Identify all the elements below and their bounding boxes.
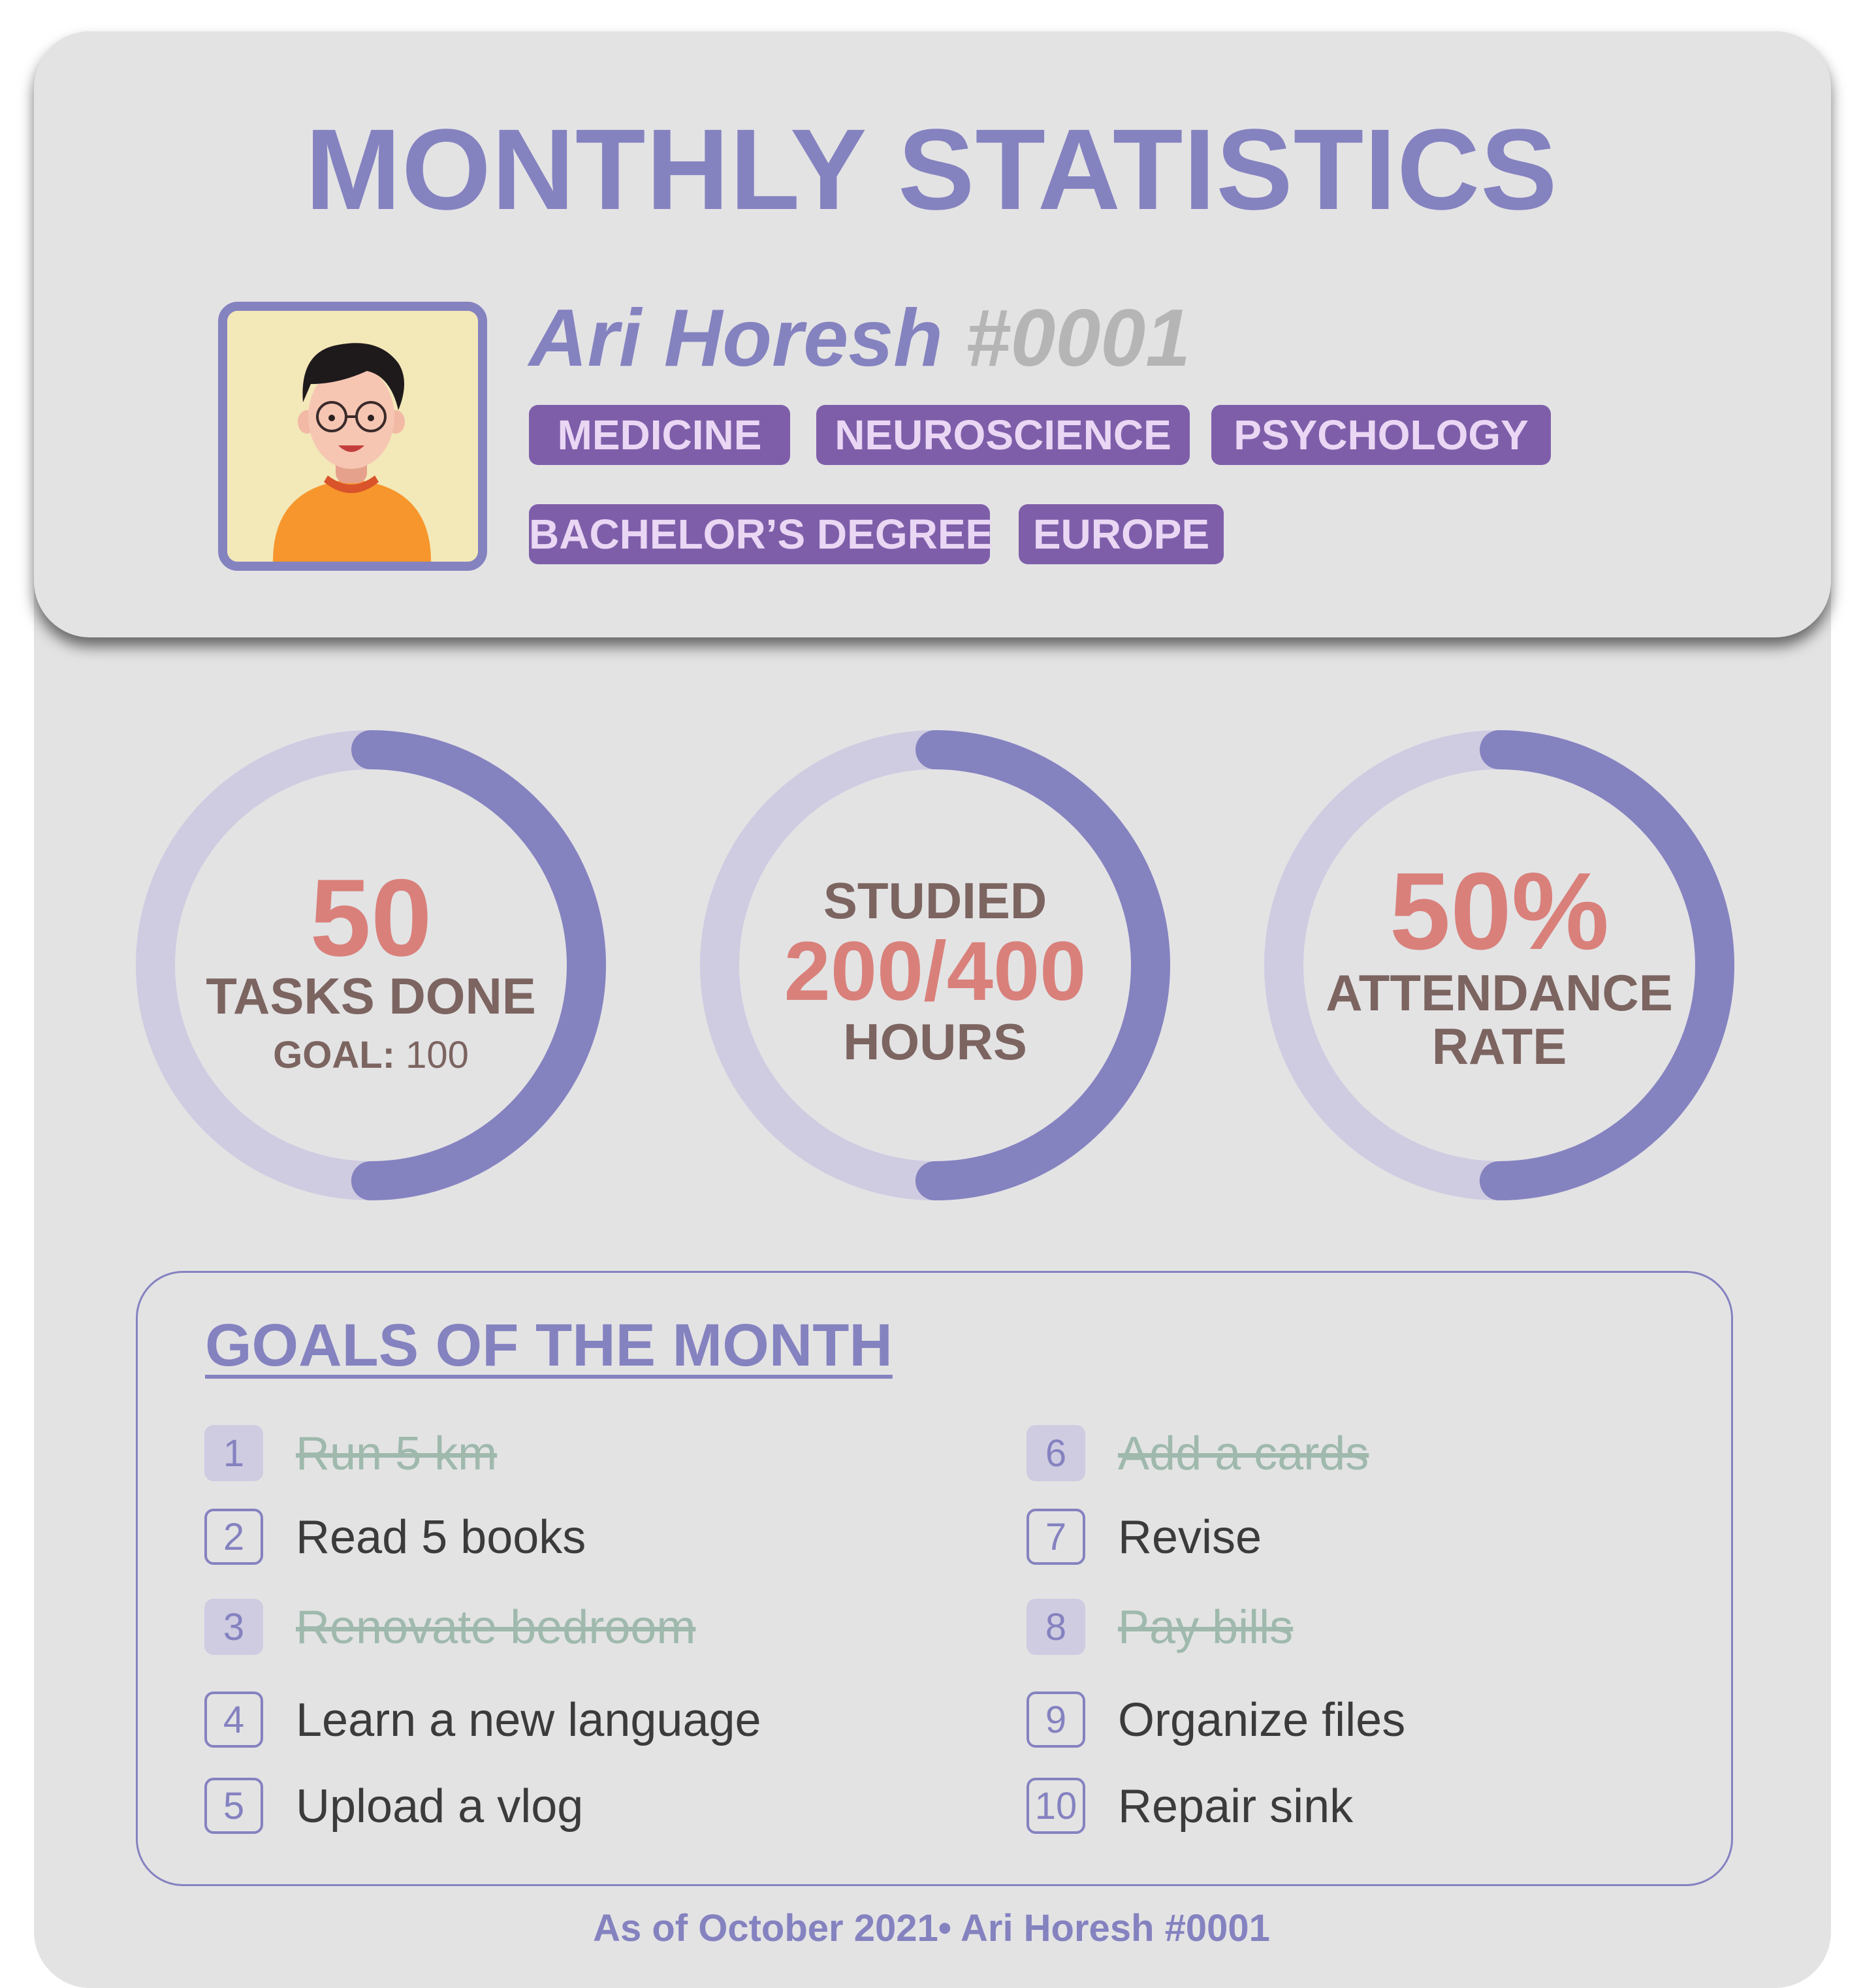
hours-top-label: STUDIED: [823, 872, 1047, 929]
attendance-ring: 50% ATTENDANCE RATE: [1264, 730, 1734, 1200]
goal-text: Organize files: [1118, 1694, 1406, 1746]
goal-text: Pay bills: [1118, 1601, 1294, 1654]
goal-text: Upload a vlog: [296, 1780, 584, 1833]
goal-text: Read 5 books: [296, 1511, 586, 1563]
goal-number: 4: [204, 1691, 263, 1748]
tasks-goal-value: 100: [406, 1034, 469, 1076]
goal-text: Run 5 km: [296, 1428, 498, 1480]
goal-number: 5: [204, 1778, 263, 1834]
user-name: Ari Horesh #0001: [529, 293, 1190, 384]
goal-text: Revise: [1118, 1511, 1262, 1563]
tag-degree: BACHELOR’S DEGREE: [529, 504, 993, 564]
goal-text: Repair sink: [1118, 1780, 1354, 1833]
goal-number: 8: [1027, 1599, 1085, 1655]
tag-medicine: MEDICINE: [529, 405, 790, 465]
user-name-text: Ari Horesh: [529, 293, 943, 383]
goal-text: Renovate bedroom: [296, 1601, 696, 1654]
tasks-goal-label: GOAL:: [273, 1034, 395, 1076]
goal-number: 9: [1027, 1691, 1085, 1748]
attendance-value: 50%: [1389, 850, 1610, 972]
footer-note: As of October 2021• Ari Horesh #0001: [593, 1907, 1270, 1949]
tag-europe: EUROPE: [1019, 504, 1224, 564]
goal-number: 6: [1027, 1425, 1085, 1481]
tasks-label: TASKS DONE: [206, 967, 536, 1025]
hours-label: HOURS: [843, 1013, 1027, 1070]
tasks-goal: GOAL: 100: [136, 1033, 606, 1078]
attendance-label-line2: RATE: [1431, 1018, 1567, 1075]
goal-number: 2: [204, 1509, 263, 1565]
hours-ring: STUDIED 200/400 HOURS: [700, 730, 1170, 1200]
tasks-value: 50: [310, 856, 432, 979]
goal-text: Add a cards: [1118, 1428, 1369, 1480]
hours-value: 200/400: [784, 925, 1087, 1018]
page-title: MONTHLY STATISTICS: [305, 106, 1558, 234]
goals-title: GOALS OF THE MONTH: [205, 1312, 893, 1379]
user-id: #0001: [965, 293, 1191, 383]
goal-text: Learn a new language: [296, 1694, 761, 1746]
avatar: [218, 302, 487, 571]
tag-neuroscience: NEUROSCIENCE: [816, 405, 1190, 465]
attendance-label-line1: ATTENDANCE: [1326, 964, 1673, 1021]
tasks-ring: 50 TASKS DONE GOAL: 100: [136, 730, 606, 1200]
goal-number: 7: [1027, 1509, 1085, 1565]
goal-number: 1: [204, 1425, 263, 1481]
tag-psychology: PSYCHOLOGY: [1211, 405, 1551, 465]
goal-number: 3: [204, 1599, 263, 1655]
goal-number: 10: [1027, 1778, 1085, 1834]
